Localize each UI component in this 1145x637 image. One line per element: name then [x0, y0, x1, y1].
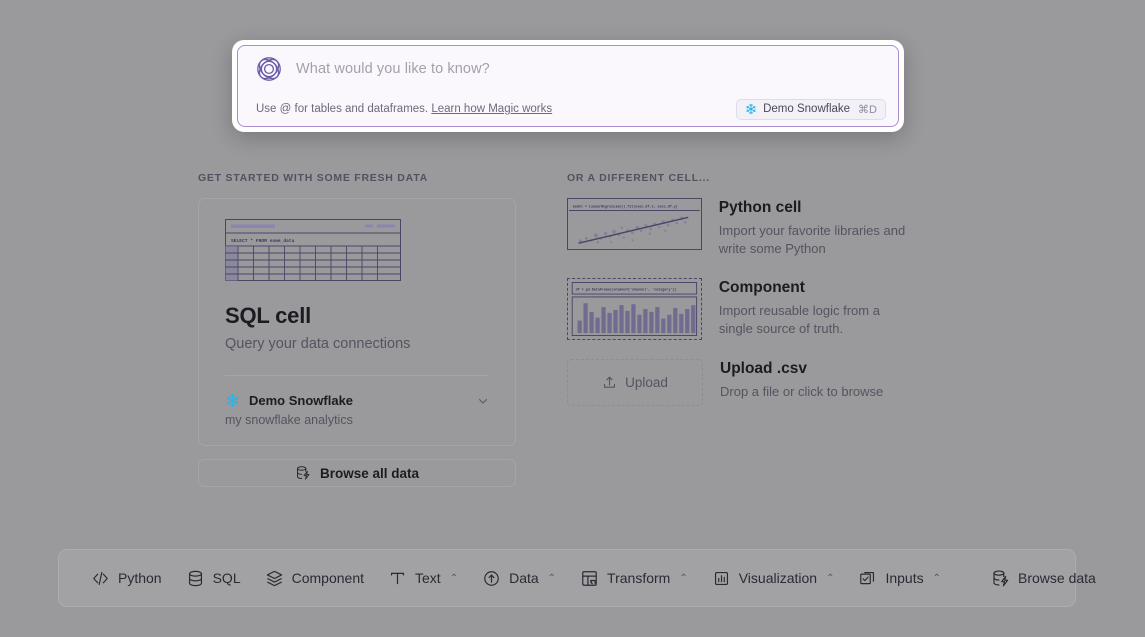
toolbar-item-transform[interactable]: Transform ⌃: [570, 562, 698, 595]
upload-icon: [604, 376, 616, 388]
toolbar-item-browse-data[interactable]: Browse data: [981, 562, 1106, 595]
database-bolt-icon: [296, 466, 310, 480]
toolbar-item-data[interactable]: Data ⌃: [472, 562, 566, 595]
toolbar-item-sql[interactable]: SQL: [176, 562, 251, 595]
sql-thumb-query: SELECT * FROM some_data: [231, 238, 295, 244]
code-brackets-icon: [93, 571, 108, 585]
upload-text: Upload .csv Drop a file or click to brow…: [720, 359, 883, 401]
sql-table-thumbnail: SELECT * FROM some_data: [225, 219, 401, 281]
sql-connection-description: my snowflake analytics: [225, 413, 353, 427]
toolbar-label-visualization: Visualization: [738, 570, 818, 586]
sql-connection-name: Demo Snowflake: [249, 393, 354, 408]
component-description: Import reusable logic from a single sour…: [718, 302, 880, 337]
component-thumb-code: df = pd.DataFrame(columns=['channel', 'c…: [576, 288, 677, 293]
chevron-up-icon[interactable]: ⌃: [933, 573, 941, 584]
browse-all-data-label: Browse all data: [319, 465, 420, 481]
python-cell-title: Python cell: [718, 199, 802, 216]
magic-input-row[interactable]: What would you like to know?: [238, 46, 898, 92]
upload-description: Drop a file or click to browse: [720, 383, 884, 399]
component-title: Component: [718, 278, 805, 296]
database-icon: [188, 570, 202, 586]
data-upload-circle-icon: [484, 570, 499, 586]
chevron-up-icon[interactable]: ⌃: [679, 573, 687, 584]
upload-title: Upload .csv: [720, 359, 807, 377]
toolbar-item-text[interactable]: Text ⌃: [378, 562, 468, 595]
sql-connection-selector[interactable]: Demo Snowflake: [225, 393, 489, 408]
component-text: Component Import reusable logic from a s…: [719, 278, 917, 339]
layers-icon: [266, 570, 282, 586]
right-column: OR A DIFFERENT CELL... model = LinearReg…: [567, 172, 917, 425]
chevron-down-icon[interactable]: [477, 395, 489, 407]
toolbar-label-python: Python: [118, 570, 162, 586]
upload-dropzone[interactable]: Upload: [567, 358, 703, 406]
snowflake-icon: [746, 103, 756, 115]
right-section-label: OR A DIFFERENT CELL...: [567, 172, 710, 184]
magic-input-placeholder: What would you like to know?: [296, 61, 490, 77]
toolbar-label-text: Text: [415, 570, 441, 586]
left-column: GET STARTED WITH SOME FRESH DATA SELECT …: [198, 172, 516, 487]
toolbar-item-python[interactable]: Python: [81, 562, 172, 595]
browse-all-data-button[interactable]: Browse all data: [198, 459, 516, 487]
bar-chart-icon: [714, 571, 728, 585]
python-scatter-thumbnail: model = LinearRegression().fit(exec_df.x…: [567, 198, 702, 250]
component-thumbnail-frame: df = pd.DataFrame(columns=['channel', 'c…: [567, 277, 702, 340]
python-thumb-code: model = LinearRegression().fit(exec_df.x…: [573, 204, 678, 209]
toolbar-item-inputs[interactable]: Inputs ⌃: [848, 562, 951, 595]
option-upload-csv[interactable]: Upload Upload .csv Drop a file or click …: [567, 358, 917, 406]
bottom-toolbar: Python SQL Component Text ⌃ Data ⌃ Trans…: [58, 549, 1096, 607]
python-cell-text: Python cell Import your favorite librari…: [719, 198, 917, 259]
text-t-icon: [390, 572, 405, 584]
chevron-up-icon[interactable]: ⌃: [450, 573, 458, 584]
transform-grid-icon: [582, 570, 597, 586]
database-bolt-icon: [993, 569, 1009, 586]
toolbar-label-component: Component: [291, 570, 364, 586]
sql-card-subtitle: Query your data connections: [225, 336, 411, 352]
magic-connection-shortcut: ⌘D: [858, 103, 877, 116]
left-section-label: GET STARTED WITH SOME FRESH DATA: [198, 172, 428, 184]
toolbar-item-visualization[interactable]: Visualization ⌃: [702, 562, 845, 595]
toolbar-label-browse-data: Browse data: [1018, 570, 1096, 586]
toolbar-label-sql: SQL: [212, 570, 241, 586]
toolbar-item-component[interactable]: Component: [255, 562, 374, 595]
toolbar-label-inputs: Inputs: [885, 570, 924, 586]
learn-how-magic-works-link[interactable]: Learn how Magic works: [431, 103, 552, 115]
option-component[interactable]: df = pd.DataFrame(columns=['channel', 'c…: [567, 277, 917, 340]
toolbar-label-data: Data: [509, 570, 539, 586]
component-bars-thumbnail: df = pd.DataFrame(columns=['channel', 'c…: [571, 281, 698, 336]
chevron-up-icon[interactable]: ⌃: [548, 573, 556, 584]
magic-connection-chip[interactable]: Demo Snowflake ⌘D: [736, 98, 886, 120]
magic-connection-label: Demo Snowflake: [763, 103, 851, 115]
sql-card-title: SQL cell: [225, 303, 312, 328]
python-cell-description: Import your favorite libraries and write…: [718, 223, 906, 257]
toolbar-label-transform: Transform: [607, 570, 671, 586]
magic-hint: Use @ for tables and dataframes. Learn h…: [256, 103, 552, 115]
magic-rings-logo: [257, 57, 281, 81]
snowflake-icon: [226, 393, 239, 408]
magic-footer: Use @ for tables and dataframes. Learn h…: [238, 92, 898, 126]
card-divider: [225, 375, 489, 376]
sql-cell-card[interactable]: SELECT * FROM some_data SQL cell Query y…: [198, 198, 516, 446]
magic-panel: What would you like to know? Use @ for t…: [237, 45, 899, 127]
checkbox-input-icon: [860, 571, 875, 584]
magic-hint-text: Use @ for tables and dataframes.: [256, 103, 429, 115]
option-python-cell[interactable]: model = LinearRegression().fit(exec_df.x…: [567, 198, 917, 259]
upload-button-label: Upload: [625, 374, 668, 390]
magic-modal: What would you like to know? Use @ for t…: [232, 40, 904, 132]
chevron-up-icon[interactable]: ⌃: [826, 573, 834, 584]
